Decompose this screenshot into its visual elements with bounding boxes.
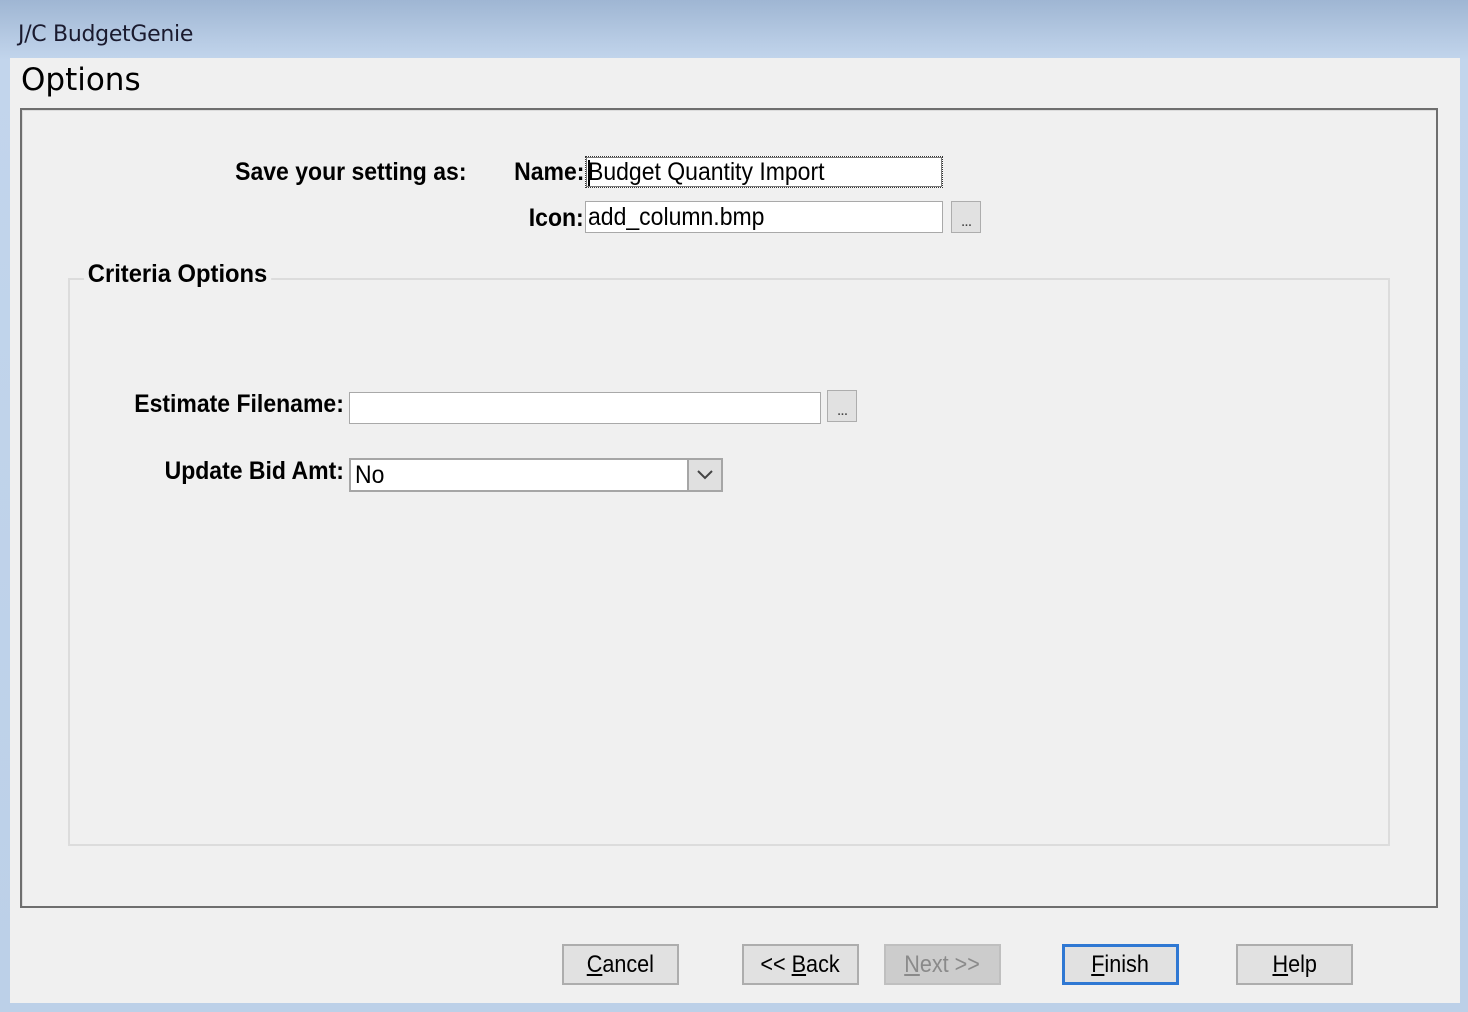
page-title: Options <box>21 62 141 98</box>
help-label: elp <box>1287 951 1317 978</box>
icon-label: Icon: <box>529 204 584 232</box>
cancel-label: ancel <box>602 951 655 978</box>
update-bid-amt-select[interactable]: No <box>349 458 723 492</box>
icon-input[interactable]: add_column.bmp <box>585 201 943 233</box>
finish-label: inish <box>1104 951 1150 978</box>
cancel-button[interactable]: Cancel <box>562 944 679 985</box>
estimate-filename-label: Estimate Filename: <box>134 390 344 418</box>
estimate-filename-input[interactable] <box>349 392 821 424</box>
name-input-value: Budget Quantity Import <box>588 158 825 186</box>
save-setting-label: Save your setting as: <box>234 158 466 186</box>
name-input[interactable]: Budget Quantity Import <box>585 156 943 188</box>
next-mnemonic: N <box>904 951 921 978</box>
finish-mnemonic: F <box>1091 951 1105 978</box>
window-title: J/C BudgetGenie <box>18 22 194 47</box>
back-button[interactable]: << Back <box>742 944 859 985</box>
help-mnemonic: H <box>1272 951 1288 978</box>
dropdown-arrow-button[interactable] <box>687 460 721 490</box>
help-button[interactable]: Help <box>1236 944 1353 985</box>
icon-browse-button[interactable]: ... <box>951 201 981 233</box>
update-bid-amt-label: Update Bid Amt: <box>164 457 344 485</box>
chevron-down-icon <box>697 470 713 480</box>
cancel-mnemonic: C <box>586 951 603 978</box>
criteria-options-group: Criteria Options Estimate Filename: ... … <box>68 260 1390 846</box>
update-bid-amt-value: No <box>355 461 385 489</box>
icon-input-value: add_column.bmp <box>588 203 765 231</box>
name-label: Name: <box>513 158 584 186</box>
dialog-client-area: Options Save your setting as: Name: Budg… <box>10 58 1460 1003</box>
back-label: ack <box>806 951 841 978</box>
back-prefix: << <box>760 951 793 978</box>
app-window: J/C BudgetGenie Options Save your settin… <box>0 0 1468 1012</box>
next-button[interactable]: Next >> <box>884 944 1001 985</box>
criteria-options-legend: Criteria Options <box>84 260 272 289</box>
options-panel: Save your setting as: Name: Budget Quant… <box>20 108 1438 908</box>
finish-button[interactable]: Finish <box>1062 944 1179 985</box>
next-label: ext >> <box>920 951 981 978</box>
estimate-filename-browse-button[interactable]: ... <box>827 390 857 422</box>
back-mnemonic: B <box>792 951 807 978</box>
